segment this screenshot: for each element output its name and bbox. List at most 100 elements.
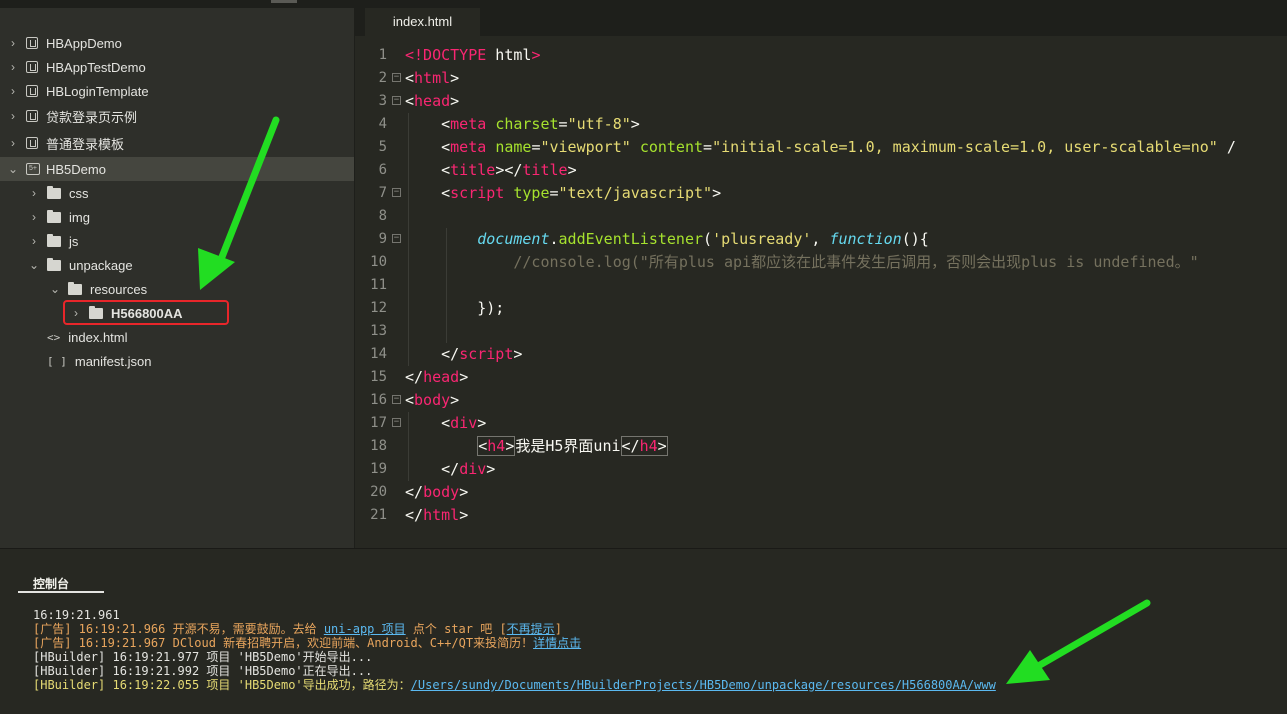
code-line[interactable]: 7− <script type="text/javascript">: [355, 182, 1287, 205]
tree-item-hbapptestdemo[interactable]: › HBAppTestDemo: [0, 55, 354, 79]
project-icon: [26, 37, 38, 49]
highlight-box-annotation: [63, 300, 229, 325]
console-text: ]: [554, 622, 562, 636]
line-number: 13: [370, 323, 387, 339]
chevron-down-icon[interactable]: ⌄: [48, 282, 62, 296]
code-line[interactable]: 6 <title></title>: [355, 159, 1287, 182]
line-number: 15: [370, 369, 387, 385]
console-line-ad: [广告] 16:19:21.967 DCloud 新春招聘开启，欢迎前端、And…: [33, 636, 581, 650]
tab-index-html[interactable]: index.html: [365, 8, 480, 36]
code-line[interactable]: 18 <h4>我是H5界面uni</h4>: [355, 435, 1287, 458]
tree-item-label: css: [69, 185, 89, 201]
code-line[interactable]: 14 </script>: [355, 343, 1287, 366]
code-text: <title></title>: [405, 161, 577, 179]
fold-icon[interactable]: −: [392, 395, 401, 404]
tree-item-index-html[interactable]: <> index.html: [0, 325, 354, 349]
line-number: 8: [378, 208, 387, 224]
code-line[interactable]: 10 //console.log("所有plus api都应该在此事件发生后调用…: [355, 251, 1287, 274]
code-line[interactable]: 17− <div>: [355, 412, 1287, 435]
console-panel[interactable]: 控制台 16:19:21.961 [广告] 16:19:21.966 开源不易，…: [0, 548, 1287, 714]
code-line[interactable]: 19 </div>: [355, 458, 1287, 481]
line-number: 1: [378, 47, 387, 63]
fold-icon[interactable]: −: [392, 96, 401, 105]
uni-app-link[interactable]: uni-app 项目: [324, 622, 406, 636]
tree-item-label: HBAppTestDemo: [46, 59, 146, 75]
code-line[interactable]: 9− document.addEventListener('plusready'…: [355, 228, 1287, 251]
fold-icon[interactable]: −: [392, 234, 401, 243]
tree-item-css[interactable]: › css: [0, 181, 354, 205]
code-line[interactable]: 5 <meta name="viewport" content="initial…: [355, 136, 1287, 159]
chevron-right-icon[interactable]: ›: [6, 136, 20, 150]
code-line[interactable]: 11: [355, 274, 1287, 297]
console-line-ad: [广告] 16:19:21.966 开源不易，需要鼓励。去给 uni-app 项…: [33, 622, 562, 636]
line-number: 11: [370, 277, 387, 293]
chevron-right-icon[interactable]: ›: [6, 36, 20, 50]
dismiss-tip-link[interactable]: 不再提示: [507, 622, 555, 636]
tree-item-resources[interactable]: ⌄ resources: [0, 277, 354, 301]
tree-item-hbappdemo[interactable]: › HBAppDemo: [0, 31, 354, 55]
code-line[interactable]: 20 </body>: [355, 481, 1287, 504]
export-path-link[interactable]: /Users/sundy/Documents/HBuilderProjects/…: [411, 678, 996, 692]
code-line[interactable]: 16− <body>: [355, 389, 1287, 412]
tab-console[interactable]: 控制台: [18, 571, 104, 593]
line-number: 20: [370, 484, 387, 500]
line-number: 16: [370, 392, 387, 408]
tree-item-label: HB5Demo: [46, 161, 106, 177]
chevron-down-icon[interactable]: ⌄: [27, 258, 41, 272]
chevron-right-icon[interactable]: ›: [6, 109, 20, 123]
project-icon: [26, 85, 38, 97]
code-text: </div>: [405, 460, 496, 478]
h5-project-icon: 5+: [26, 163, 40, 175]
details-link[interactable]: 详情点击: [533, 636, 581, 650]
code-text: <body>: [405, 391, 460, 409]
code-text: </head>: [405, 368, 469, 386]
chevron-right-icon[interactable]: ›: [27, 210, 41, 224]
tree-item-label: index.html: [68, 329, 128, 345]
fold-icon[interactable]: −: [392, 188, 401, 197]
code-text: document.addEventListener('plusready', f…: [477, 230, 929, 248]
code-text: <html>: [405, 69, 460, 87]
console-line-success: [HBuilder] 16:19:22.055 项目 'HB5Demo'导出成功…: [33, 678, 996, 692]
project-icon: [26, 137, 38, 149]
folder-icon: [47, 185, 61, 199]
console-text: [广告] 16:19:21.966 开源不易，需要鼓励。去给: [33, 622, 324, 636]
console-text: [HBuilder] 16:19:22.055 项目 'HB5Demo'导出成功…: [33, 678, 411, 692]
tree-item-label: 贷款登录页示例: [46, 109, 138, 125]
chevron-right-icon[interactable]: ›: [6, 60, 20, 74]
project-icon: [26, 110, 38, 122]
fold-icon[interactable]: −: [392, 418, 401, 427]
fold-icon[interactable]: −: [392, 73, 401, 82]
code-line[interactable]: 3− <head>: [355, 90, 1287, 113]
code-editor[interactable]: index.html 1 <!DOCTYPE html> 2− <html> 3− <…: [354, 8, 1287, 548]
code-line[interactable]: 21 </html>: [355, 504, 1287, 527]
folder-icon: [68, 281, 82, 295]
line-number: 18: [370, 438, 387, 454]
code-line[interactable]: 8: [355, 205, 1287, 228]
tree-item-manifest-json[interactable]: [ ] manifest.json: [0, 349, 354, 373]
code-text: <meta charset="utf-8">: [405, 115, 640, 133]
code-line[interactable]: 12 });: [355, 297, 1287, 320]
chevron-right-icon[interactable]: ›: [27, 234, 41, 248]
code-line[interactable]: 15 </head>: [355, 366, 1287, 389]
code-line[interactable]: 2− <html>: [355, 67, 1287, 90]
line-number: 14: [370, 346, 387, 362]
chevron-right-icon[interactable]: ›: [6, 84, 20, 98]
tree-item-js[interactable]: › js: [0, 229, 354, 253]
project-icon: [26, 61, 38, 73]
folder-icon: [47, 209, 61, 223]
tree-item-img[interactable]: › img: [0, 205, 354, 229]
code-line[interactable]: 4 <meta charset="utf-8">: [355, 113, 1287, 136]
line-number: 17: [370, 415, 387, 431]
chevron-down-icon[interactable]: ⌄: [6, 162, 20, 176]
tree-item-loan-login-example[interactable]: › 贷款登录页示例: [0, 104, 354, 128]
chevron-right-icon[interactable]: ›: [27, 186, 41, 200]
tree-item-normal-login-template[interactable]: › 普通登录模板: [0, 131, 354, 155]
tree-item-hb5demo[interactable]: ⌄ 5+ HB5Demo: [0, 157, 354, 181]
tree-item-label: 普通登录模板: [46, 136, 125, 152]
code-line[interactable]: 1 <!DOCTYPE html>: [355, 44, 1287, 67]
tree-item-hblogintemplate[interactable]: › HBLoginTemplate: [0, 79, 354, 103]
code-line[interactable]: 13: [355, 320, 1287, 343]
tree-item-unpackage[interactable]: ⌄ unpackage: [0, 253, 354, 277]
console-text: [广告] 16:19:21.967 DCloud 新春招聘开启，欢迎前端、And…: [33, 636, 534, 650]
line-number: 12: [370, 300, 387, 316]
